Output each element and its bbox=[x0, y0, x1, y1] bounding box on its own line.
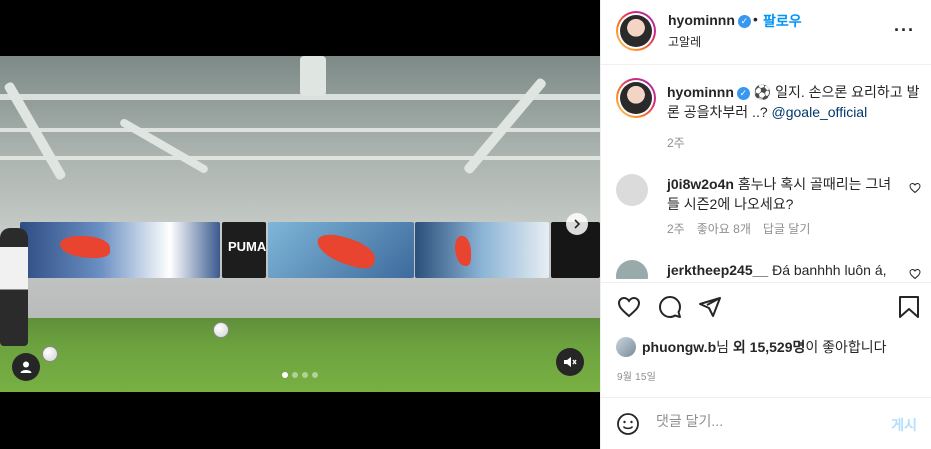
likes-connector: 님 bbox=[716, 339, 733, 355]
comment-meta: 2주 좋아요 8개 답글 달기 bbox=[667, 220, 810, 237]
comment-body: Đá banhhh luôn á, bbox=[772, 262, 887, 278]
duct bbox=[462, 76, 548, 176]
ceiling-scene bbox=[0, 56, 600, 226]
username-link[interactable]: jerktheep245__ bbox=[667, 262, 768, 278]
shoe-image bbox=[60, 236, 110, 258]
ceiling-beam bbox=[0, 128, 600, 132]
location-link[interactable]: 고알레 bbox=[668, 33, 701, 50]
muted-speaker-icon bbox=[564, 357, 577, 367]
ad-banner bbox=[20, 222, 220, 278]
more-options-button[interactable]: ··· bbox=[894, 20, 915, 41]
user-icon bbox=[20, 361, 32, 373]
like-heart-icon[interactable] bbox=[617, 295, 641, 319]
comments-list[interactable]: hyominnn ✓ ⚽️ 일지. 손으론 요리하고 발론 공을차부러 ..? @… bbox=[601, 66, 931, 279]
post-side-panel: hyominnn ✓ • 팔로우 고알레 ··· hyominnn ✓ ⚽️ 일지.… bbox=[600, 0, 931, 449]
comment-text: jerktheep245__ Đá banhhh luôn á, bbox=[667, 260, 897, 279]
avatar[interactable] bbox=[616, 260, 648, 279]
comment-input[interactable] bbox=[656, 413, 876, 429]
duct bbox=[300, 56, 326, 96]
soccer-ball bbox=[213, 322, 229, 338]
likes-suffix: 이 좋아합니다 bbox=[805, 339, 887, 355]
player-figure bbox=[0, 228, 28, 346]
reply-button[interactable]: 답글 달기 bbox=[763, 220, 811, 237]
username-link[interactable]: hyominnn bbox=[668, 12, 735, 28]
mute-toggle-button[interactable] bbox=[556, 348, 584, 376]
shoe-image bbox=[313, 230, 379, 272]
more-icon: ··· bbox=[894, 20, 915, 40]
save-bookmark-icon[interactable] bbox=[898, 295, 920, 319]
share-icon[interactable] bbox=[698, 295, 722, 319]
comment-likes[interactable]: 좋아요 8개 bbox=[697, 220, 751, 237]
video-player[interactable]: PUMA bbox=[0, 56, 600, 392]
likes-summary: phuongw.b님 외 15,529명이 좋아합니다 bbox=[616, 337, 887, 357]
comment-icon[interactable] bbox=[658, 295, 682, 319]
separator-dot: • bbox=[753, 11, 758, 27]
username-link[interactable]: j0i8w2o4n bbox=[667, 176, 734, 192]
post-media: PUMA bbox=[0, 0, 600, 449]
username-link[interactable]: hyominnn bbox=[667, 84, 734, 100]
liker-username[interactable]: phuongw.b bbox=[642, 339, 716, 355]
add-comment-bar: 게시 bbox=[601, 397, 931, 449]
caption-text: hyominnn ✓ ⚽️ 일지. 손으론 요리하고 발론 공을차부러 ..? @… bbox=[667, 82, 927, 122]
avatar[interactable] bbox=[616, 78, 656, 118]
likes-count[interactable]: 외 15,529명 bbox=[733, 339, 805, 355]
ceiling-beam bbox=[0, 156, 600, 160]
follow-button[interactable]: 팔로우 bbox=[763, 11, 802, 31]
action-bar bbox=[601, 282, 931, 334]
chevron-right-icon bbox=[574, 219, 581, 229]
carousel-dot bbox=[282, 372, 288, 378]
avatar[interactable] bbox=[616, 174, 648, 206]
verified-badge-icon: ✓ bbox=[736, 86, 750, 100]
heart-icon[interactable] bbox=[909, 182, 921, 194]
avatar[interactable] bbox=[616, 11, 656, 51]
carousel-dot bbox=[302, 372, 308, 378]
ad-banner bbox=[415, 222, 549, 278]
carousel-indicator bbox=[282, 372, 318, 378]
tagged-users-button[interactable] bbox=[12, 353, 40, 381]
duct bbox=[118, 117, 210, 175]
comment-timestamp[interactable]: 2주 bbox=[667, 220, 685, 237]
caption-timestamp[interactable]: 2주 bbox=[667, 134, 685, 151]
soccer-ball bbox=[42, 346, 58, 362]
carousel-next-button[interactable] bbox=[566, 213, 588, 235]
carousel-dot bbox=[292, 372, 298, 378]
post-comment-button[interactable]: 게시 bbox=[891, 415, 917, 435]
ad-banner bbox=[268, 222, 414, 278]
avatar[interactable] bbox=[616, 337, 636, 357]
mention-link[interactable]: @goale_official bbox=[772, 104, 868, 120]
heart-icon[interactable] bbox=[909, 268, 921, 279]
comment-text: j0i8w2o4n 홈누나 혹시 골때리는 그녀들 시즌2에 나오세요? bbox=[667, 174, 897, 214]
ceiling-beam bbox=[0, 94, 600, 100]
turf bbox=[0, 318, 600, 392]
verified-badge-icon: ✓ bbox=[737, 14, 751, 28]
emoji-icon[interactable] bbox=[616, 412, 640, 436]
post-header: hyominnn ✓ • 팔로우 고알레 ··· bbox=[601, 0, 931, 65]
brand-logo: PUMA bbox=[228, 239, 267, 254]
player-figure bbox=[455, 236, 471, 266]
post-date[interactable]: 9월 15일 bbox=[617, 368, 656, 383]
carousel-dot bbox=[312, 372, 318, 378]
